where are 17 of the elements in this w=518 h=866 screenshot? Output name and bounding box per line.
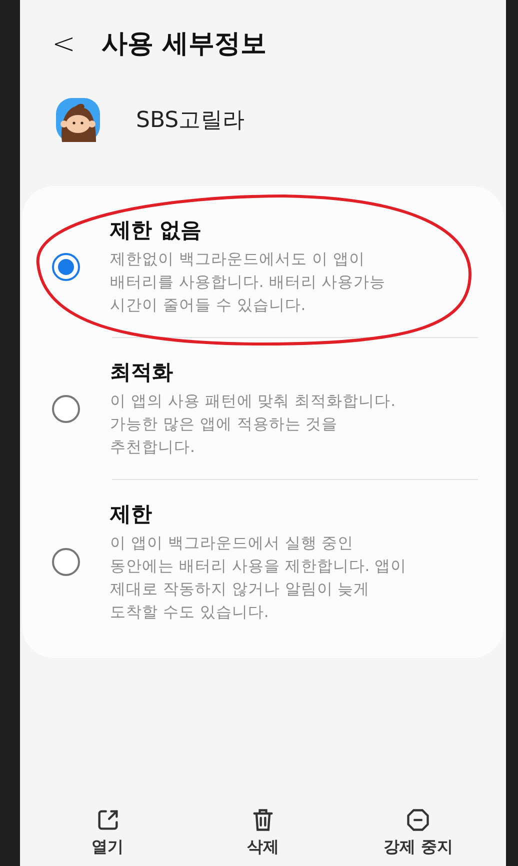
radio-button[interactable] [52, 252, 80, 280]
option-description: 제한없이 백그라운드에서도 이 앱이 배터리를 사용합니다. 배터리 사용가능 시간이 줄어들 수 있습니다. [110, 249, 387, 316]
app-icon [54, 96, 102, 144]
action-button[interactable]: 열기 [92, 837, 124, 858]
radio-button[interactable] [52, 548, 80, 576]
stop-sign-icon[interactable] [405, 807, 432, 833]
app-name: SBS고릴라 [136, 107, 245, 135]
option-description: 이 앱이 백그라운드에서 실행 중인 동안에는 배터리 사용을 제한합니다. 앱이 제대로 작동하지 않거나 알림이 늦게 도착할 수도 있습니다. [110, 533, 408, 623]
option-title: 최적화 [110, 359, 174, 386]
action-button[interactable]: 강제 중지 [384, 837, 454, 858]
back-button[interactable]: < [48, 26, 80, 60]
radio-button[interactable] [52, 394, 80, 422]
action-button[interactable]: 삭제 [246, 837, 279, 858]
option-title: 제한 없음 [110, 217, 202, 244]
option-title: 제한 [110, 501, 153, 528]
option-description: 이 앱의 사용 패턴에 맞춰 최적화합니다. 가능한 많은 앱에 적용하는 것을 추천합니다. [110, 391, 397, 458]
page-title: 사용 세부정보 [101, 28, 267, 60]
